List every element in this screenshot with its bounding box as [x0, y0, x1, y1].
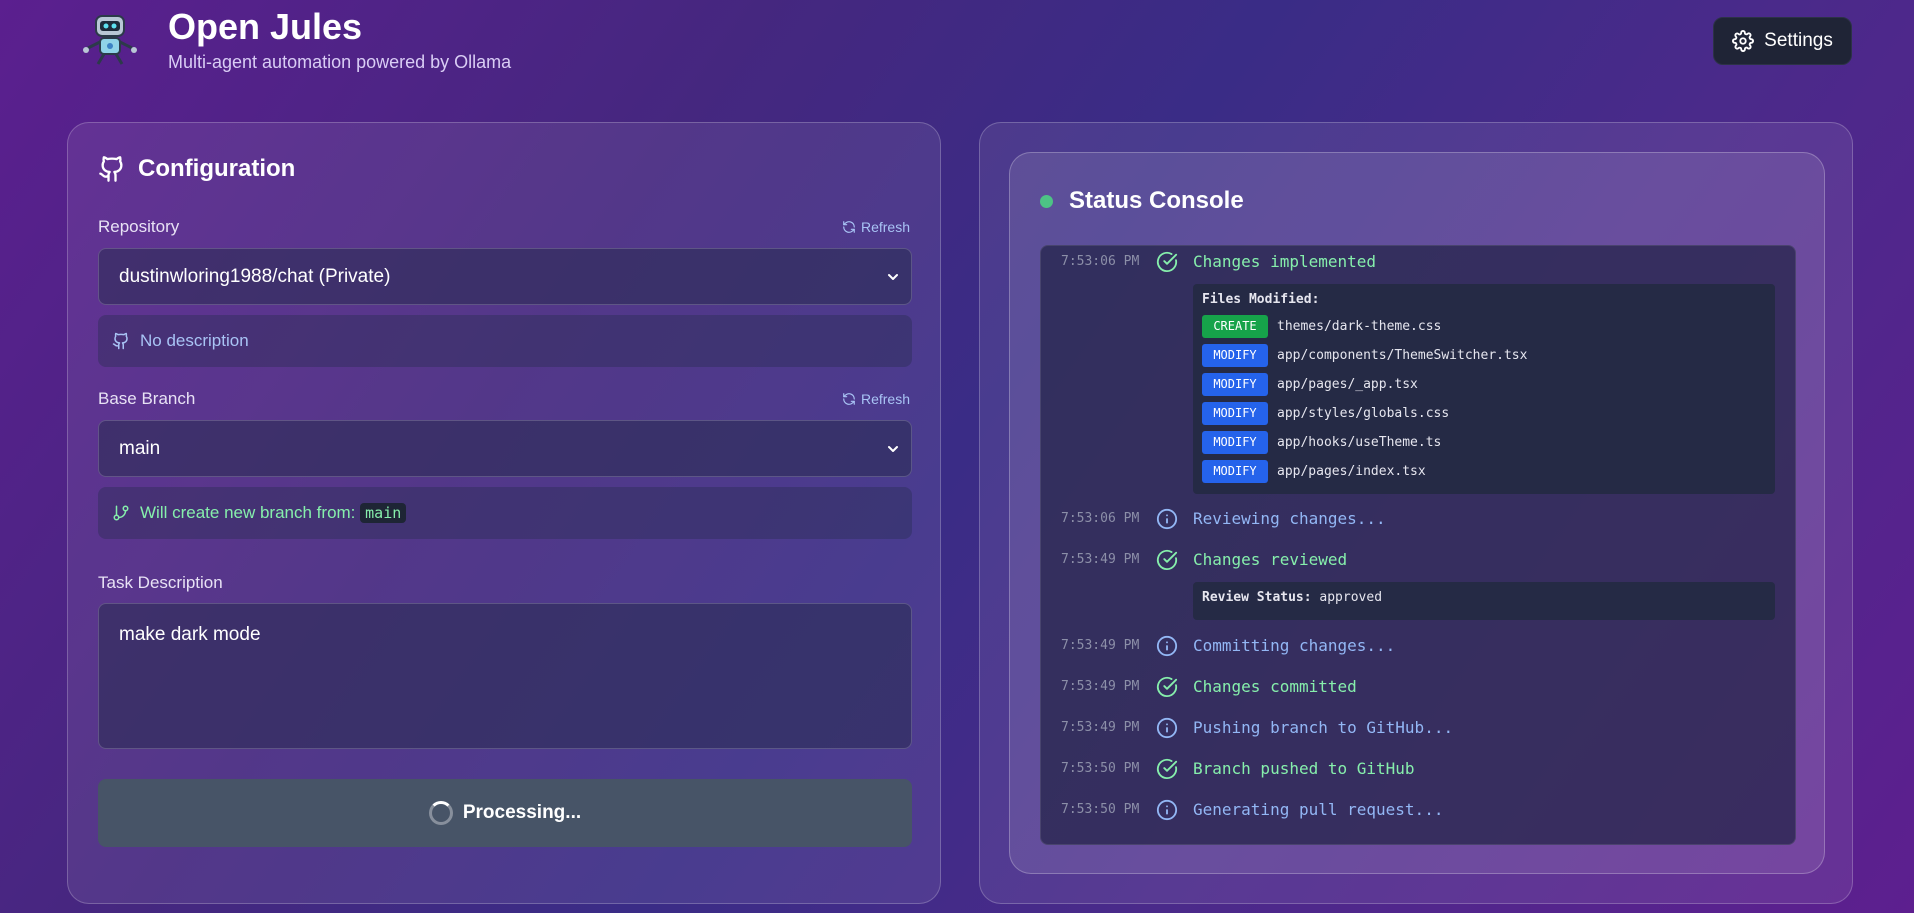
file-path: app/pages/_app.tsx [1277, 377, 1418, 392]
refresh-icon [843, 221, 855, 233]
repository-description: No description [98, 315, 912, 367]
modify-badge: MODIFY [1202, 344, 1268, 367]
file-path: app/hooks/useTheme.ts [1277, 435, 1442, 450]
configuration-title: Configuration [98, 155, 295, 183]
log-entry: 7:53:06 PM Reviewing changes... [1041, 506, 1795, 532]
console-log[interactable]: 7:53:06 PM Changes implemented Files Mod… [1040, 245, 1796, 845]
repository-refresh-link[interactable]: Refresh [842, 219, 910, 235]
info-circle-icon [1156, 717, 1178, 739]
log-message: Reviewing changes... [1193, 509, 1386, 528]
review-status-value: approved [1319, 590, 1383, 605]
settings-label: Settings [1764, 30, 1833, 51]
log-entry: 7:53:49 PM Pushing branch to GitHub... [1041, 715, 1795, 741]
check-circle-icon [1156, 676, 1178, 697]
configuration-title-text: Configuration [138, 155, 296, 182]
gear-icon [1732, 30, 1755, 52]
repository-select[interactable]: dustinwloring1988/chat (Private) [98, 248, 912, 305]
log-entry: 7:53:50 PM Generating pull request... [1041, 797, 1795, 823]
log-message: Committing changes... [1193, 636, 1396, 655]
log-message: Changes committed [1193, 677, 1357, 696]
file-row: MODIFY app/pages/index.tsx [1202, 457, 1766, 486]
file-row: CREATE themes/dark-theme.css [1202, 312, 1766, 341]
info-circle-icon [1156, 508, 1178, 530]
processing-button[interactable]: Processing... [98, 779, 912, 847]
new-branch-name: main [360, 503, 407, 523]
repository-refresh-label: Refresh [860, 219, 910, 235]
log-entry: 7:53:50 PM Branch pushed to GitHub [1041, 756, 1795, 782]
log-message: Changes reviewed [1193, 550, 1348, 569]
log-entry: 7:53:49 PM Committing changes... [1041, 633, 1795, 659]
log-time: 7:53:49 PM [1061, 720, 1140, 735]
github-icon [112, 332, 128, 350]
refresh-icon [843, 393, 855, 405]
log-message: Pushing branch to GitHub... [1193, 718, 1454, 737]
log-entry: 7:53:49 PM Changes committed [1041, 674, 1795, 700]
new-branch-info: Will create new branch from: main [98, 487, 912, 539]
file-row: MODIFY app/styles/globals.css [1202, 399, 1766, 428]
check-circle-icon [1156, 758, 1178, 779]
file-row: MODIFY app/components/ThemeSwitcher.tsx [1202, 341, 1766, 370]
status-console-card: Status Console 7:53:06 PM Changes implem… [1009, 152, 1825, 874]
status-console-title: Status Console [1040, 187, 1244, 215]
review-status-label: Review Status: [1202, 590, 1312, 605]
file-path: app/pages/index.tsx [1277, 464, 1426, 479]
file-row: MODIFY app/pages/_app.tsx [1202, 370, 1766, 399]
info-circle-icon [1156, 799, 1178, 821]
branch-refresh-label: Refresh [860, 391, 910, 407]
log-time: 7:53:49 PM [1061, 679, 1140, 694]
new-branch-info-text: Will create new branch from: [140, 503, 356, 522]
branch-refresh-link[interactable]: Refresh [842, 391, 910, 407]
base-branch-select-value: main [119, 437, 161, 459]
app-subtitle: Multi-agent automation powered by Ollama [168, 52, 512, 72]
log-message: Generating pull request... [1193, 800, 1444, 819]
log-time: 7:53:49 PM [1061, 638, 1140, 653]
spinner-icon [428, 801, 453, 825]
file-path: app/components/ThemeSwitcher.tsx [1277, 348, 1528, 363]
github-icon [99, 156, 123, 182]
modify-badge: MODIFY [1202, 373, 1268, 396]
log-entry: 7:53:49 PM Changes reviewed [1041, 547, 1795, 573]
chevron-down-icon [888, 274, 898, 280]
modify-badge: MODIFY [1202, 460, 1268, 483]
repository-description-text: No description [140, 331, 249, 350]
log-time: 7:53:49 PM [1061, 552, 1140, 567]
status-console-title-text: Status Console [1069, 187, 1244, 214]
base-branch-label: Base Branch [98, 389, 196, 408]
file-row: MODIFY app/hooks/useTheme.ts [1202, 428, 1766, 457]
status-dot-icon [1040, 194, 1053, 208]
file-path: app/styles/globals.css [1277, 406, 1450, 421]
file-path: themes/dark-theme.css [1277, 319, 1442, 334]
log-time: 7:53:06 PM [1061, 254, 1140, 269]
app-header: Open Jules Multi-agent automation powere… [0, 0, 1914, 100]
log-time: 7:53:50 PM [1061, 802, 1140, 817]
git-branch-icon [113, 505, 129, 521]
repository-select-value: dustinwloring1988/chat (Private) [119, 265, 391, 287]
task-description-input[interactable]: make dark mode [98, 603, 912, 749]
modify-badge: MODIFY [1202, 402, 1268, 425]
log-time: 7:53:06 PM [1061, 511, 1140, 526]
check-circle-icon [1156, 251, 1178, 272]
files-modified-box: Files Modified: CREATE themes/dark-theme… [1193, 284, 1775, 494]
app-title: Open Jules [168, 6, 363, 47]
create-badge: CREATE [1202, 315, 1268, 338]
log-message: Branch pushed to GitHub [1193, 759, 1415, 778]
settings-button[interactable]: Settings [1713, 17, 1852, 65]
modify-badge: MODIFY [1202, 431, 1268, 454]
robot-logo-icon [83, 15, 137, 65]
check-circle-icon [1156, 549, 1178, 570]
processing-label: Processing... [462, 802, 582, 823]
review-status-box: Review Status: approved [1193, 582, 1775, 620]
repository-label: Repository [98, 217, 180, 236]
files-modified-heading: Files Modified: [1202, 292, 1320, 307]
log-entry: 7:53:06 PM Changes implemented [1041, 249, 1795, 275]
configuration-panel: Configuration Repository Refresh dustinw… [67, 122, 941, 904]
log-time: 7:53:50 PM [1061, 761, 1140, 776]
log-message: Changes implemented [1193, 252, 1377, 271]
chevron-down-icon [888, 446, 898, 452]
task-description-label: Task Description [98, 573, 223, 592]
status-panel: Status Console 7:53:06 PM Changes implem… [979, 122, 1853, 904]
base-branch-select[interactable]: main [98, 420, 912, 477]
info-circle-icon [1156, 635, 1178, 657]
